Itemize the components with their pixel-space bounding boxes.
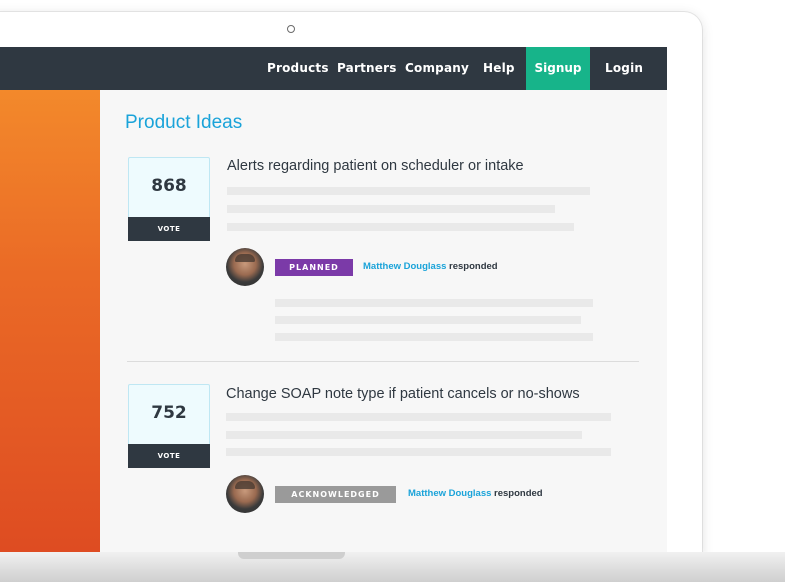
responder-name[interactable]: Matthew Douglass <box>408 488 491 499</box>
laptop-notch <box>238 552 345 559</box>
decorative-panel <box>0 90 100 552</box>
nav-help[interactable]: Help <box>483 47 515 90</box>
text-placeholder-line <box>226 413 611 421</box>
text-placeholder-line <box>227 205 555 213</box>
product-ideas-content: Product Ideas 868 VOTE Alerts regarding … <box>100 90 667 552</box>
responder-line: Matthew Douglass responded <box>363 261 498 272</box>
avatar <box>226 248 264 286</box>
responder-name[interactable]: Matthew Douglass <box>363 261 446 272</box>
login-link[interactable]: Login <box>605 47 643 90</box>
navbar: Products Partners Company Help Signup Lo… <box>0 47 667 90</box>
divider <box>127 361 639 362</box>
idea-title[interactable]: Alerts regarding patient on scheduler or… <box>227 158 524 174</box>
laptop-base <box>0 552 785 582</box>
vote-count: 868 <box>151 176 187 196</box>
text-placeholder-line <box>275 333 593 341</box>
nav-products[interactable]: Products <box>267 47 329 90</box>
vote-box: 868 VOTE <box>128 157 210 241</box>
text-placeholder-line <box>226 448 611 456</box>
responded-label: responded <box>449 261 498 272</box>
text-placeholder-line <box>226 431 582 439</box>
nav-company[interactable]: Company <box>405 47 469 90</box>
status-badge: PLANNED <box>275 259 353 276</box>
text-placeholder-line <box>275 316 581 324</box>
responded-label: responded <box>494 488 543 499</box>
text-placeholder-line <box>227 187 590 195</box>
status-badge: ACKNOWLEDGED <box>275 486 396 503</box>
camera-icon <box>287 25 295 33</box>
page-title: Product Ideas <box>125 112 243 133</box>
responder-line: Matthew Douglass responded <box>408 488 543 499</box>
laptop-screen: Products Partners Company Help Signup Lo… <box>0 47 667 552</box>
nav-partners[interactable]: Partners <box>337 47 397 90</box>
text-placeholder-line <box>227 223 574 231</box>
text-placeholder-line <box>275 299 593 307</box>
avatar <box>226 475 264 513</box>
signup-button[interactable]: Signup <box>526 47 590 90</box>
idea-title[interactable]: Change SOAP note type if patient cancels… <box>226 386 580 402</box>
vote-button[interactable]: VOTE <box>128 217 210 241</box>
vote-box: 752 VOTE <box>128 384 210 468</box>
vote-button[interactable]: VOTE <box>128 444 210 468</box>
vote-count: 752 <box>151 403 187 423</box>
